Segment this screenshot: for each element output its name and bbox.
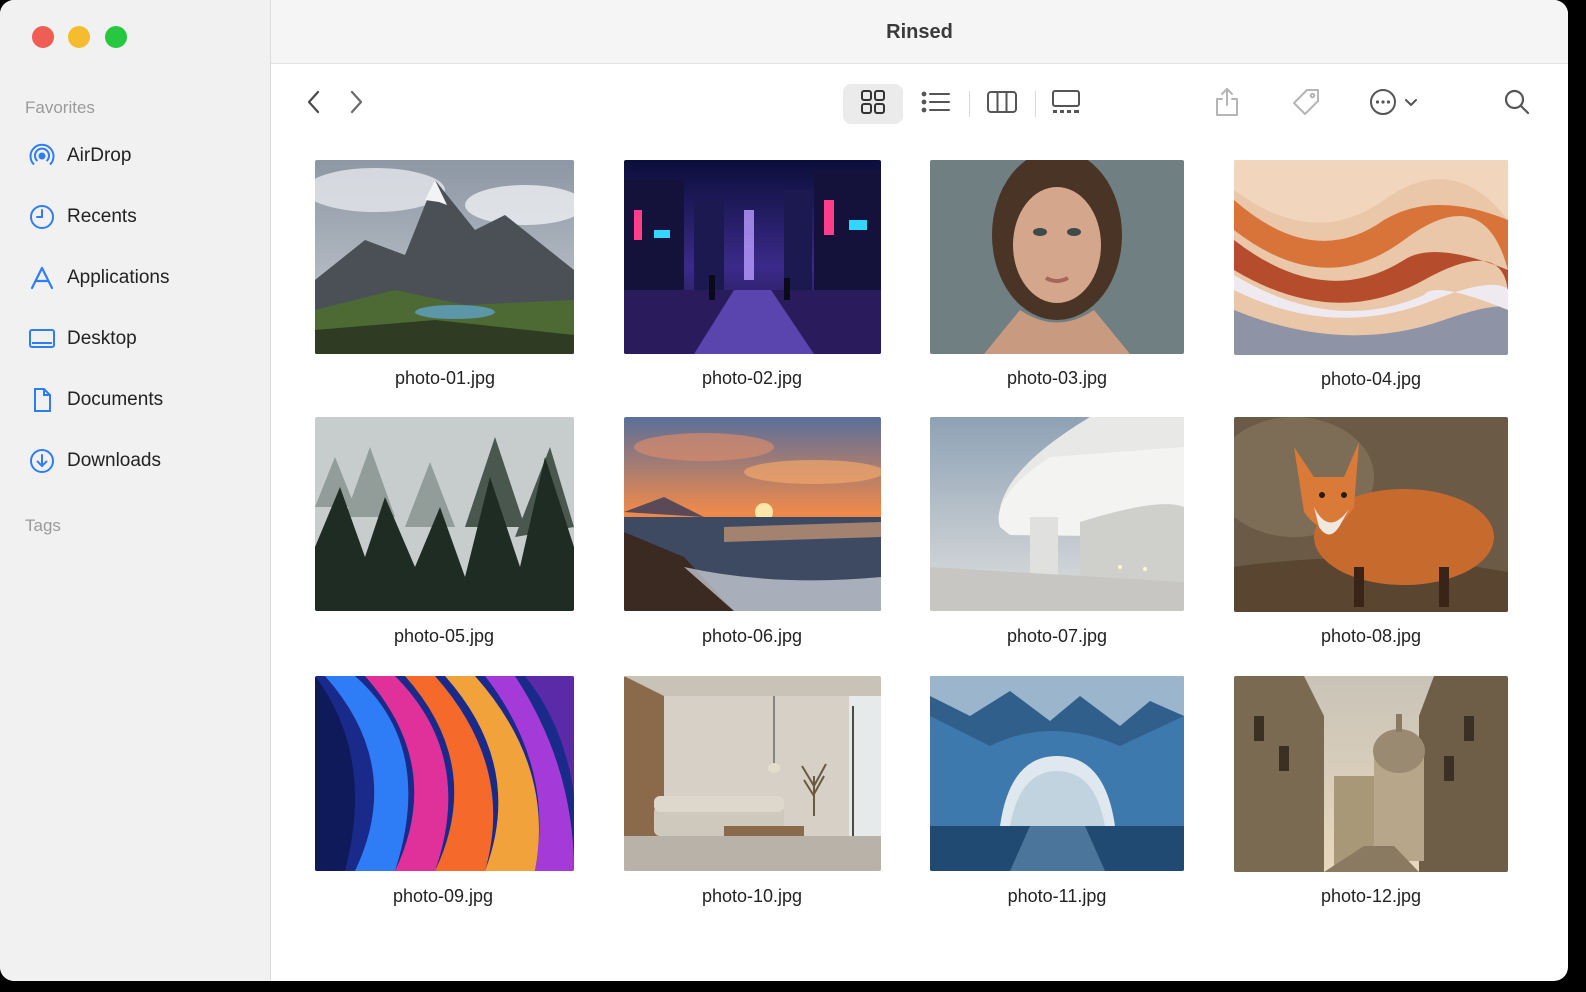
colorful-abstract-thumbnail	[315, 676, 574, 871]
ice-cave-arch-thumbnail	[930, 676, 1184, 871]
sidebar: Favorites AirDrop Recents Applications D…	[0, 0, 271, 981]
search-icon	[1503, 88, 1531, 121]
file-item[interactable]: photo-11.jpg	[930, 676, 1204, 916]
forward-icon	[346, 88, 366, 121]
sidebar-item-label: Downloads	[67, 450, 161, 471]
file-item[interactable]: photo-08.jpg	[1234, 417, 1508, 657]
sidebar-item-label: Applications	[67, 267, 170, 288]
window-title: Rinsed	[886, 21, 953, 43]
close-button[interactable]	[32, 26, 54, 48]
file-name: photo-03.jpg	[1006, 368, 1108, 388]
file-item[interactable]: photo-01.jpg	[315, 160, 589, 400]
icon-view-icon	[860, 89, 886, 120]
gallery-view-icon	[1051, 89, 1081, 120]
file-item[interactable]: photo-12.jpg	[1234, 676, 1508, 916]
interior-living-room-thumbnail	[624, 676, 881, 871]
woman-portrait-thumbnail	[930, 160, 1184, 354]
icon-view-button[interactable]	[843, 84, 903, 124]
desktop-icon	[28, 325, 56, 353]
chevron-down-icon	[1404, 95, 1418, 113]
download-icon	[28, 447, 56, 475]
file-item[interactable]: photo-04.jpg	[1234, 160, 1508, 400]
fox-thumbnail	[1234, 417, 1508, 612]
mountain-landscape-thumbnail	[315, 160, 574, 354]
sidebar-item-applications[interactable]: Applications	[28, 258, 258, 298]
sunset-coast-thumbnail	[624, 417, 881, 611]
column-view-button[interactable]	[980, 84, 1024, 124]
sidebar-item-label: Desktop	[67, 328, 137, 349]
file-name: photo-08.jpg	[1320, 626, 1422, 646]
file-name: photo-04.jpg	[1320, 369, 1422, 389]
sidebar-item-downloads[interactable]: Downloads	[28, 441, 258, 481]
file-name: photo-10.jpg	[701, 886, 803, 906]
file-item[interactable]: photo-07.jpg	[930, 417, 1204, 657]
back-button[interactable]	[300, 88, 328, 120]
file-name: photo-12.jpg	[1320, 886, 1422, 906]
modern-architecture-thumbnail	[930, 417, 1184, 611]
sidebar-item-documents[interactable]: Documents	[28, 380, 258, 420]
file-name: photo-09.jpg	[392, 886, 494, 906]
file-item[interactable]: photo-03.jpg	[930, 160, 1204, 400]
document-icon	[28, 386, 56, 414]
minimize-button[interactable]	[68, 26, 90, 48]
share-button[interactable]	[1210, 84, 1244, 124]
forward-button[interactable]	[342, 88, 370, 120]
more-icon	[1368, 87, 1398, 122]
file-name: photo-06.jpg	[701, 626, 803, 646]
column-view-icon	[986, 90, 1018, 119]
file-item[interactable]: photo-05.jpg	[315, 417, 589, 657]
file-item[interactable]: photo-06.jpg	[624, 417, 898, 657]
sidebar-item-recents[interactable]: Recents	[28, 197, 258, 237]
more-actions-button[interactable]	[1364, 84, 1422, 124]
toolbar-divider	[1035, 91, 1036, 117]
abstract-waves-thumbnail	[1234, 160, 1508, 355]
sidebar-item-desktop[interactable]: Desktop	[28, 319, 258, 359]
sidebar-item-label: Documents	[67, 389, 164, 410]
tag-icon	[1290, 86, 1322, 123]
title-bar: Rinsed	[271, 0, 1568, 64]
share-icon	[1214, 86, 1240, 123]
file-name: photo-05.jpg	[393, 626, 495, 646]
finder-window: Favorites AirDrop Recents Applications D…	[0, 0, 1568, 981]
airdrop-icon	[28, 142, 56, 170]
file-item[interactable]: photo-02.jpg	[624, 160, 898, 400]
back-icon	[304, 88, 324, 121]
file-name: photo-01.jpg	[394, 368, 496, 388]
gallery-view-button[interactable]	[1046, 84, 1086, 124]
misty-forest-thumbnail	[315, 417, 574, 611]
maximize-button[interactable]	[105, 26, 127, 48]
sidebar-item-label: AirDrop	[67, 145, 132, 166]
file-item[interactable]: photo-09.jpg	[315, 676, 589, 916]
sidebar-item-label: Recents	[67, 206, 137, 227]
list-view-icon	[921, 90, 951, 119]
tags-header: Tags	[25, 516, 61, 535]
favorites-header: Favorites	[25, 98, 95, 117]
list-view-button[interactable]	[914, 84, 958, 124]
clock-icon	[28, 203, 56, 231]
file-item[interactable]: photo-10.jpg	[624, 676, 898, 916]
old-city-street-thumbnail	[1234, 676, 1508, 872]
applications-icon	[28, 264, 56, 292]
file-name: photo-02.jpg	[701, 368, 803, 388]
toolbar-divider	[969, 91, 970, 117]
search-button[interactable]	[1500, 86, 1534, 122]
tag-button[interactable]	[1287, 84, 1325, 124]
sidebar-item-airdrop[interactable]: AirDrop	[28, 136, 258, 176]
file-name: photo-07.jpg	[1006, 626, 1108, 646]
file-name: photo-11.jpg	[1007, 886, 1107, 906]
neon-city-street-thumbnail	[624, 160, 881, 354]
